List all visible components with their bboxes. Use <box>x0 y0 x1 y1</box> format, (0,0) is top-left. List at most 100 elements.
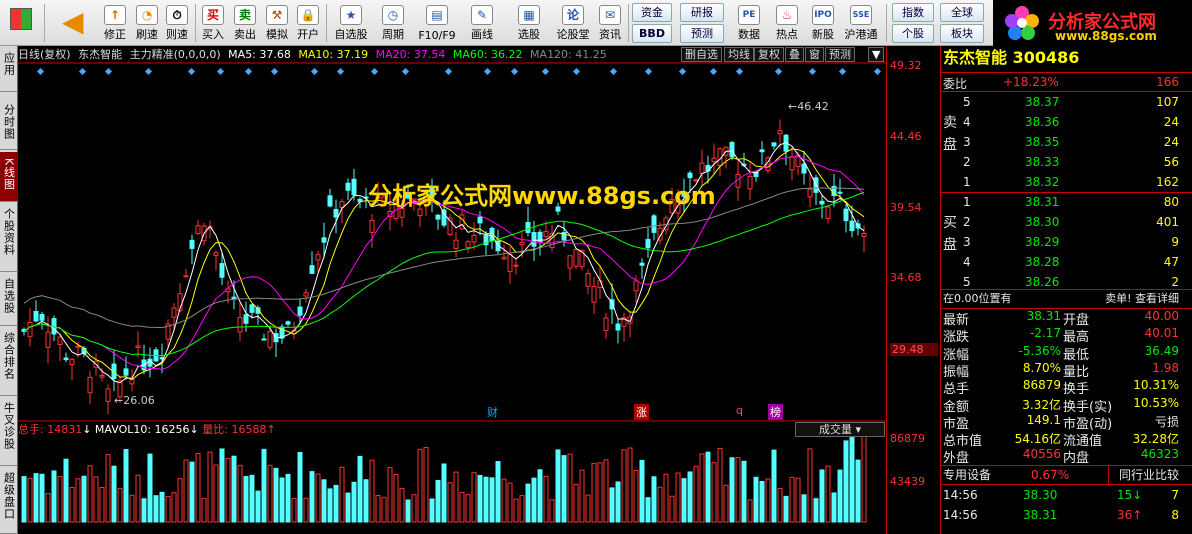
candle[interactable] <box>837 191 843 194</box>
speed-test-button[interactable]: ⏱刷速则速 <box>158 2 196 44</box>
bbd-button[interactable]: BBD <box>632 24 672 43</box>
sector-button[interactable]: 板块 <box>940 24 984 43</box>
candle[interactable] <box>711 157 717 163</box>
f10-button[interactable]: ▤ F10/F9 <box>414 2 460 44</box>
research-button[interactable]: 研报 <box>680 3 724 22</box>
bid-row[interactable]: 4 38.28 47 <box>941 253 1192 273</box>
candle[interactable] <box>249 304 255 313</box>
candle[interactable] <box>231 296 237 300</box>
candle[interactable] <box>789 156 795 171</box>
candle[interactable] <box>525 221 531 234</box>
candle[interactable] <box>195 225 201 235</box>
global-button[interactable]: 全球 <box>940 3 984 22</box>
bid-row[interactable]: 3 38.29 9 <box>941 233 1192 253</box>
stock-picker-button[interactable]: ▦ 选股 <box>509 2 549 44</box>
bid-row[interactable]: 1 38.31 80 <box>941 193 1192 213</box>
candle[interactable] <box>477 216 483 224</box>
candle[interactable] <box>615 323 621 331</box>
index-button[interactable]: 指数 <box>892 3 934 22</box>
candle[interactable] <box>501 256 507 260</box>
candle[interactable] <box>351 178 357 196</box>
tab-intraday[interactable]: 分时图 <box>0 100 18 150</box>
candle[interactable] <box>27 322 33 338</box>
candle[interactable] <box>603 317 609 332</box>
open-account-button[interactable]: 🔒 开户 <box>289 2 327 44</box>
tab-apps[interactable]: 应用 <box>0 46 18 92</box>
candle[interactable] <box>171 307 177 318</box>
candle[interactable] <box>825 206 831 220</box>
ranking-tag[interactable]: 榜 <box>768 404 783 420</box>
candle[interactable] <box>183 275 189 278</box>
candle[interactable] <box>435 214 441 220</box>
app-menu-icon[interactable] <box>4 2 38 44</box>
candle[interactable] <box>651 215 657 233</box>
data-button[interactable]: PE 数据 <box>732 2 766 44</box>
candle[interactable] <box>333 208 339 218</box>
candle[interactable] <box>369 219 375 233</box>
ask-row[interactable]: 5 38.37 107 <box>941 93 1192 113</box>
volume-indicator-select[interactable]: 成交量 ▾ <box>795 422 885 437</box>
ipo-button[interactable]: IPO 新股 <box>806 2 840 44</box>
ask-row[interactable]: 3 38.35 24 <box>941 133 1192 153</box>
candle[interactable] <box>327 195 333 207</box>
candle[interactable] <box>45 331 51 348</box>
candle[interactable] <box>105 388 111 402</box>
candle[interactable] <box>135 345 141 348</box>
candle[interactable] <box>801 163 807 174</box>
hotspot-button[interactable]: ♨ 热点 <box>770 2 804 44</box>
ask-row[interactable]: 2 38.33 56 <box>941 153 1192 173</box>
candle[interactable] <box>87 377 93 394</box>
watchlist-button[interactable]: ★ 自选股 <box>330 2 372 44</box>
period-button[interactable]: ◷ 周期 <box>376 2 410 44</box>
candle[interactable] <box>729 142 735 158</box>
kline-chart-area[interactable]: 日线(复权) 东杰智能 主力精准(0,0,0,0) MA5: 37.68 MA1… <box>18 46 886 534</box>
candle[interactable] <box>213 252 219 256</box>
q-tag[interactable]: q <box>736 404 743 417</box>
candle[interactable] <box>771 142 777 147</box>
candle[interactable] <box>99 374 105 378</box>
candle[interactable] <box>63 357 69 361</box>
ask-row[interactable]: 1 38.32 162 <box>941 173 1192 193</box>
candle[interactable] <box>777 130 783 135</box>
tab-diagnosis[interactable]: 牛叉诊股 <box>0 398 18 466</box>
compare-link[interactable]: 同行业比较 <box>1107 466 1179 484</box>
candle[interactable] <box>57 336 63 345</box>
candle[interactable] <box>759 149 765 153</box>
candle[interactable] <box>531 232 537 247</box>
individual-stock-button[interactable]: 个股 <box>892 24 934 43</box>
candle[interactable] <box>321 237 327 243</box>
candle[interactable] <box>843 208 849 222</box>
financial-tag[interactable]: 财 <box>487 404 498 420</box>
ask-row[interactable]: 4 38.36 24 <box>941 113 1192 133</box>
candle[interactable] <box>639 262 645 266</box>
candle[interactable] <box>513 264 519 267</box>
candle[interactable] <box>267 331 273 348</box>
candle[interactable] <box>315 254 321 261</box>
bid-row[interactable]: 2 38.30 401 <box>941 213 1192 233</box>
candle[interactable] <box>345 182 351 191</box>
candle[interactable] <box>261 338 267 341</box>
candle[interactable] <box>453 239 459 249</box>
candle[interactable] <box>303 292 309 297</box>
candle[interactable] <box>123 368 129 376</box>
candle[interactable] <box>807 188 813 198</box>
forecast-button[interactable]: 预测 <box>680 24 724 43</box>
tab-super-orderbook[interactable]: 超级盘口 <box>0 468 18 534</box>
candle[interactable] <box>585 272 591 287</box>
candle[interactable] <box>189 239 195 249</box>
candle[interactable] <box>75 345 81 348</box>
candle[interactable] <box>465 241 471 248</box>
capital-button[interactable]: 资金 <box>632 3 672 22</box>
hk-connect-button[interactable]: SSE 沪港通 <box>840 2 882 44</box>
view-detail-link[interactable]: 卖单! 查看详细 <box>1105 290 1179 308</box>
limit-tag[interactable]: 涨 <box>634 404 649 420</box>
tab-stock-profile[interactable]: 个股资料 <box>0 204 18 272</box>
forum-button[interactable]: 论论股堂 <box>553 2 593 44</box>
candle[interactable] <box>297 306 303 316</box>
tab-kline[interactable]: K线图 <box>0 152 18 202</box>
candle[interactable] <box>309 265 315 274</box>
tab-watchlist[interactable]: 自选股 <box>0 274 18 326</box>
candle[interactable] <box>543 230 549 238</box>
candle[interactable] <box>633 280 639 292</box>
candle[interactable] <box>567 255 573 269</box>
